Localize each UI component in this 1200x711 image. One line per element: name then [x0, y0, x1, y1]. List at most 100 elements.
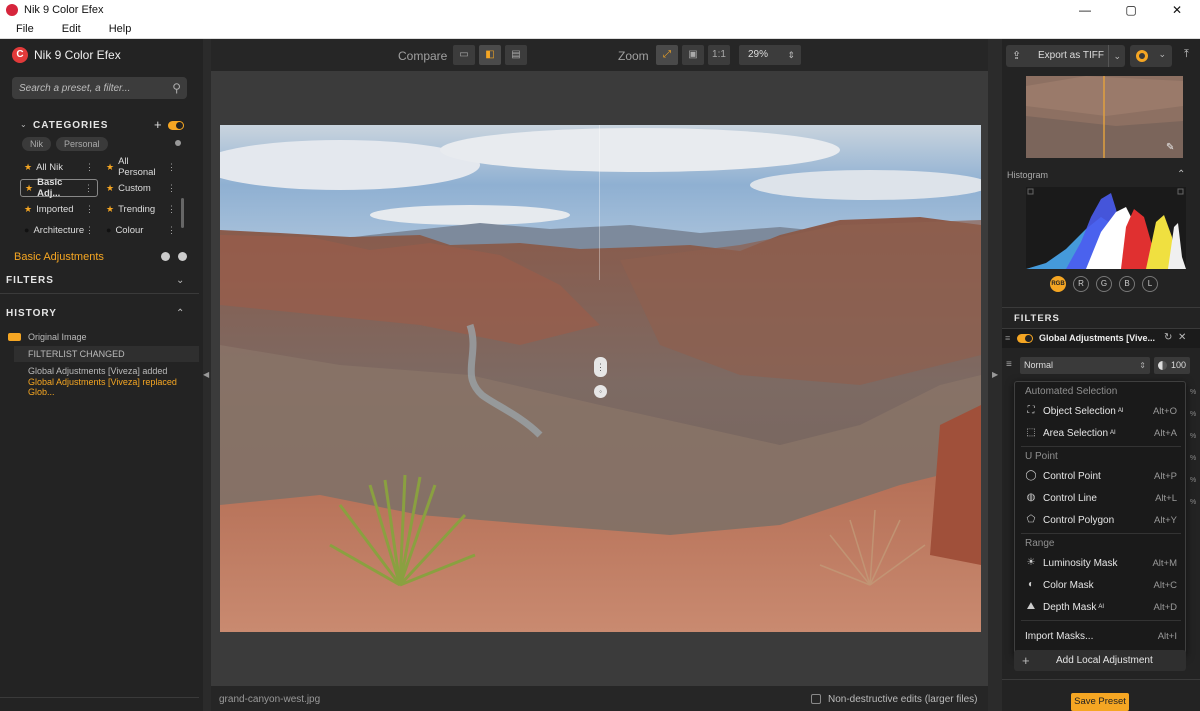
more-icon[interactable]: ⋮ [84, 183, 97, 194]
menu-item-depth-mask[interactable]: ⛰ Depth Mask AI Alt+D [1025, 598, 1177, 616]
more-icon[interactable]: ⋮ [167, 183, 180, 194]
main-photo[interactable] [220, 125, 981, 632]
zoom-fill-button[interactable]: ▣ [682, 45, 704, 65]
blend-mode-select[interactable]: Normal ⇕ [1020, 357, 1150, 374]
menu-item-label: Control Polygon [1043, 514, 1115, 526]
zoom-one-to-one-button[interactable]: 1:1 [708, 45, 730, 65]
app-icon [6, 3, 18, 16]
filter-enable-toggle[interactable] [1017, 334, 1033, 343]
chevron-down-icon[interactable]: ⌄ [1158, 49, 1166, 60]
navigator-thumbnail[interactable]: ✎ [1026, 76, 1183, 158]
minimize-button[interactable]: — [1062, 3, 1108, 17]
category-all-personal[interactable]: ★ All Personal ⋮ [102, 156, 180, 178]
more-icon[interactable]: ⋮ [85, 225, 98, 236]
save-preset-button[interactable]: Save Preset [1071, 693, 1129, 711]
add-local-adjustment-button[interactable]: + Add Local Adjustment [1014, 650, 1186, 671]
channel-l-button[interactable]: L [1142, 276, 1158, 292]
more-icon[interactable]: ⋮ [85, 204, 98, 215]
menu-item-object-selection[interactable]: ⛶ Object Selection AI Alt+O [1025, 402, 1178, 420]
search-input[interactable] [19, 82, 164, 94]
hidden-value-edge: % [1190, 499, 1197, 506]
search-box[interactable]: ⚲ [12, 77, 187, 99]
export-button[interactable]: ⇪ Export as TIFF ⌄ [1006, 45, 1125, 67]
blend-menu-icon[interactable]: ≡ [1006, 359, 1012, 370]
opacity-field[interactable]: 100 [1154, 357, 1190, 374]
channel-rgb-button[interactable]: RGB [1050, 276, 1066, 292]
compare-side-by-side-button[interactable]: ▭ [453, 45, 475, 65]
compare-split-button[interactable]: ◧ [479, 45, 501, 65]
category-architecture[interactable]: ● Architecture ⋮ [20, 221, 98, 239]
close-window-button[interactable]: ✕ [1154, 3, 1200, 17]
more-icon[interactable]: ⋮ [167, 225, 180, 236]
category-trending[interactable]: ★ Trending ⋮ [102, 200, 180, 218]
chevron-up-icon[interactable]: ⌃ [1177, 169, 1185, 180]
channel-b-button[interactable]: B [1119, 276, 1135, 292]
category-imported[interactable]: ★ Imported ⋮ [20, 200, 98, 218]
chevron-down-icon[interactable]: ⌄ [1108, 45, 1121, 67]
category-basic-adjustments[interactable]: ★ Basic Adj... ⋮ [20, 177, 98, 199]
menu-item-area-selection[interactable]: ⬚ Area Selection AI Alt+A [1025, 424, 1177, 442]
menu-group-title: Range [1025, 538, 1055, 549]
reset-icon[interactable]: ↻ [1164, 332, 1172, 343]
export-icon: ⇪ [1012, 50, 1022, 62]
categories-toggle[interactable] [168, 121, 184, 130]
menu-item-control-polygon[interactable]: ⬠ Control Polygon Alt+Y [1025, 511, 1177, 529]
canvas-area: Compare ▭ ◧ ▤ Zoom ⤢ ▣ 1:1 29% ⇕ ⋮ ◦ gra… [211, 39, 988, 711]
history-item-replaced[interactable]: Global Adjustments [Viveza] replaced Glo… [14, 377, 199, 397]
divider [0, 293, 199, 294]
collapse-left-panel-icon[interactable]: ◀ [203, 370, 209, 379]
more-icon[interactable]: ⋮ [85, 162, 98, 173]
control-polygon-icon: ⬠ [1026, 514, 1036, 525]
category-options-icon[interactable] [178, 252, 187, 261]
close-icon[interactable]: ✕ [1178, 332, 1186, 343]
menu-item-control-point[interactable]: ◯ Control Point Alt+P [1025, 467, 1177, 485]
loupe-mode-button[interactable]: ⌄ [1130, 45, 1172, 67]
split-handle-dot-icon[interactable]: ◦ [594, 385, 607, 398]
history-section-title[interactable]: HISTORY [6, 308, 57, 319]
menu-item-control-line[interactable]: ◍ Control Line Alt+L [1025, 489, 1177, 507]
chevron-down-icon[interactable]: ⌄ [176, 275, 184, 286]
add-preset-icon[interactable] [161, 252, 170, 261]
collapse-right-panel-icon[interactable]: ▶ [992, 370, 998, 379]
history-item-original[interactable]: Original Image [8, 329, 199, 345]
stepper-icon[interactable]: ⇕ [787, 45, 795, 65]
zoom-label: Zoom [618, 49, 649, 63]
drag-handle-icon[interactable]: ≡ [1005, 333, 1010, 343]
maximize-button[interactable]: ▢ [1108, 3, 1154, 17]
filters-section-title: FILTERS [1014, 313, 1060, 324]
history-item-filterlist[interactable]: FILTERLIST CHANGED [14, 346, 199, 362]
zoom-value-field[interactable]: 29% ⇕ [739, 45, 801, 65]
menu-help[interactable]: Help [93, 23, 144, 35]
category-all-nik[interactable]: ★ All Nik ⋮ [20, 158, 98, 176]
compare-vertical-button[interactable]: ▤ [505, 45, 527, 65]
split-handle-icon[interactable]: ⋮ [594, 357, 607, 377]
compare-divider[interactable] [599, 125, 600, 280]
category-colour[interactable]: ● Colour ⋮ [102, 221, 180, 239]
menu-file[interactable]: File [0, 23, 46, 35]
more-icon[interactable]: ⋮ [167, 204, 180, 215]
chevron-up-icon[interactable]: ⌃ [176, 308, 184, 319]
menu-item-color-mask[interactable]: ◐ Color Mask Alt+C [1025, 576, 1177, 594]
filters-section-title[interactable]: FILTERS [6, 275, 54, 286]
window-controls: — ▢ ✕ [1062, 3, 1200, 17]
more-icon[interactable]: ⋮ [167, 162, 180, 173]
history-label: Global Adjustments [Viveza] replaced Glo… [28, 377, 177, 397]
category-scrollbar[interactable] [181, 198, 184, 228]
filter-row-global-adjustments[interactable]: ≡ Global Adjustments [Vive... ↻ ✕ [1002, 328, 1200, 348]
channel-r-button[interactable]: R [1073, 276, 1089, 292]
collapse-top-icon[interactable]: ⤒ [1184, 48, 1189, 61]
pill-personal[interactable]: Personal [56, 137, 108, 151]
menu-item-luminosity-mask[interactable]: ☀ Luminosity Mask Alt+M [1025, 554, 1177, 572]
search-icon[interactable]: ⚲ [172, 81, 181, 95]
category-custom[interactable]: ★ Custom ⋮ [102, 179, 180, 197]
categories-chevron-icon[interactable]: ⌄ [20, 120, 27, 129]
nondestructive-checkbox[interactable] [811, 694, 821, 704]
zoom-fit-button[interactable]: ⤢ [656, 45, 678, 65]
add-category-icon[interactable]: + [154, 117, 162, 132]
menu-edit[interactable]: Edit [46, 23, 93, 35]
divider [1002, 307, 1200, 308]
pill-nik[interactable]: Nik [22, 137, 51, 151]
channel-g-button[interactable]: G [1096, 276, 1112, 292]
nik-logo-icon: C [12, 47, 28, 63]
menu-item-import-masks[interactable]: Import Masks... Alt+I [1025, 627, 1177, 645]
